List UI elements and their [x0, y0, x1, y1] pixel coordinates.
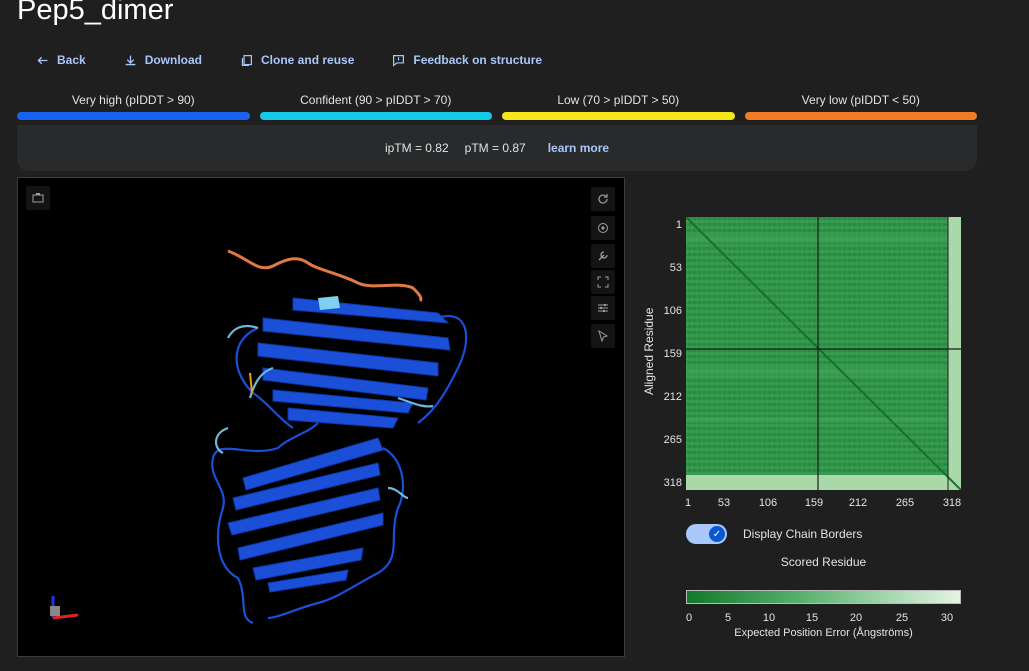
- colorbar-tick: 30: [940, 612, 954, 624]
- chain-borders-toggle-row: ✓ Display Chain Borders: [686, 524, 862, 544]
- legend-confident: Confident (90 > pIDDT > 70): [259, 93, 492, 120]
- arrow-back-icon: [37, 56, 48, 64]
- ytick: 1: [675, 219, 682, 231]
- ytick: 53: [669, 262, 682, 274]
- legend-bar-very-low: [744, 112, 977, 120]
- page-title: Pep5_dimer: [17, 0, 174, 26]
- download-icon: [125, 55, 136, 65]
- xtick: 1: [684, 497, 692, 509]
- pae-xlabel: Scored Residue: [780, 555, 867, 569]
- ptm-value: pTM = 0.87: [464, 141, 526, 155]
- legend-low: Low (70 > pIDDT > 50): [502, 93, 735, 120]
- learn-more-link[interactable]: learn more: [548, 141, 609, 155]
- ytick: 265: [663, 434, 682, 446]
- colorbar-label: Expected Position Error (Ångströms): [734, 627, 913, 639]
- colorbar-tick: 20: [849, 612, 863, 624]
- iptm-value: ipTM = 0.82: [384, 141, 449, 155]
- pae-colorbar: [686, 590, 961, 604]
- ytick: 106: [663, 305, 682, 317]
- colorbar-tick: 0: [685, 612, 693, 624]
- protein-structure-render: [50, 249, 468, 625]
- clone-button[interactable]: Clone and reuse: [240, 51, 354, 69]
- xtick: 106: [758, 497, 778, 509]
- xtick: 318: [942, 497, 962, 509]
- chain-borders-toggle[interactable]: ✓: [686, 524, 727, 544]
- colorbar-tick: 10: [762, 612, 776, 624]
- legend-bar-confident: [259, 112, 492, 120]
- feedback-icon: [393, 54, 405, 67]
- axes-gizmo: [50, 596, 79, 620]
- colorbar-tick: 15: [805, 612, 819, 624]
- legend-bar-very-high: [17, 112, 250, 120]
- pae-heatmap-svg: [686, 217, 961, 490]
- xtick: 159: [804, 497, 824, 509]
- structure-viewer[interactable]: [17, 177, 625, 657]
- clone-label: Clone and reuse: [261, 53, 355, 67]
- xtick: 212: [848, 497, 868, 509]
- plddt-legend: Very high (pIDDT > 90) Confident (90 > p…: [17, 93, 977, 120]
- xtick: 53: [717, 497, 731, 509]
- pae-heatmap[interactable]: [686, 217, 961, 490]
- back-button[interactable]: Back: [36, 51, 86, 69]
- feedback-label: Feedback on structure: [413, 53, 543, 67]
- legend-bar-low: [502, 112, 735, 120]
- action-toolbar: Back Download Clone and reuse Feedback o…: [36, 51, 580, 69]
- back-label: Back: [57, 53, 86, 67]
- copy-icon: [241, 54, 252, 66]
- ytick: 212: [663, 391, 682, 403]
- feedback-button[interactable]: Feedback on structure: [392, 51, 542, 69]
- xtick: 265: [895, 497, 915, 509]
- download-button[interactable]: Download: [124, 51, 202, 69]
- confidence-metrics: ipTM = 0.82 pTM = 0.87 learn more: [17, 125, 977, 171]
- download-label: Download: [144, 53, 203, 67]
- colorbar-tick: 5: [724, 612, 732, 624]
- ytick: 318: [663, 477, 682, 489]
- chain-borders-label: Display Chain Borders: [743, 527, 863, 541]
- legend-very-low: Very low (pIDDT < 50): [744, 93, 977, 120]
- legend-very-high: Very high (pIDDT > 90): [17, 93, 250, 120]
- check-icon: ✓: [709, 526, 725, 542]
- colorbar-tick: 25: [895, 612, 909, 624]
- ytick: 159: [663, 348, 682, 360]
